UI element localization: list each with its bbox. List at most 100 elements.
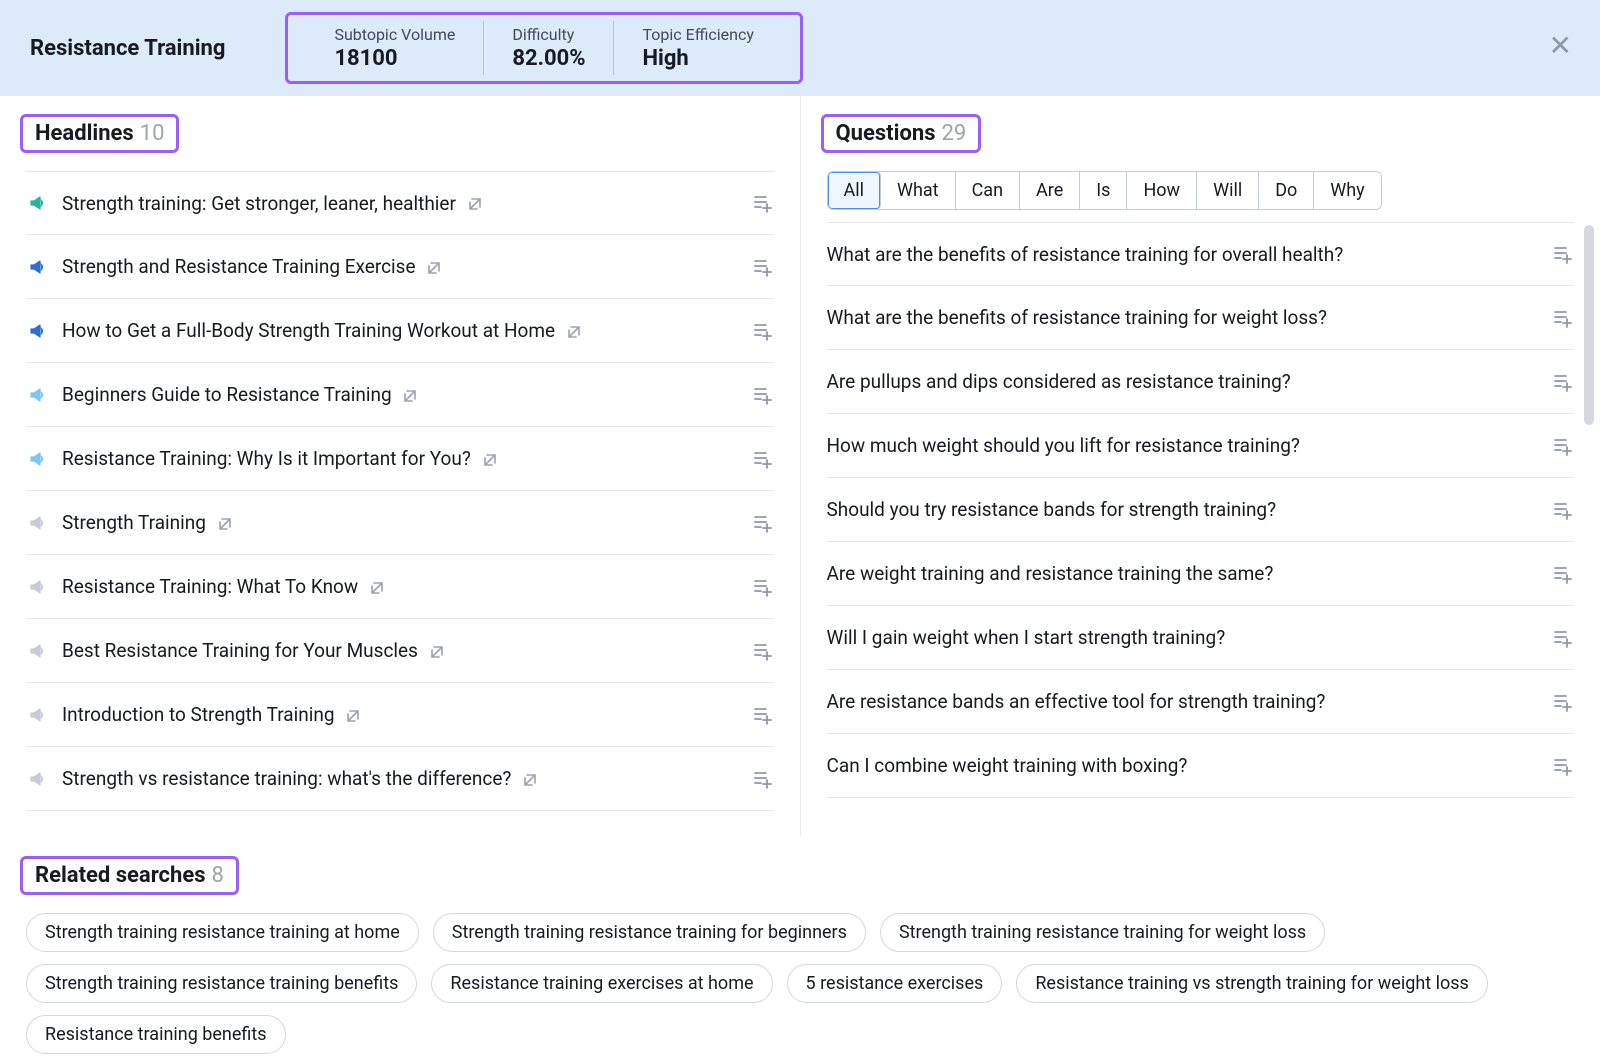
metrics-box: Subtopic Volume 18100 Difficulty 82.00% … <box>285 12 802 84</box>
bullhorn-icon <box>28 769 48 789</box>
question-tab-will[interactable]: Will <box>1197 172 1259 209</box>
headline-row[interactable]: Beginners Guide to Resistance Training <box>26 363 774 427</box>
headline-text: Resistance Training: What To Know <box>62 575 738 598</box>
questions-list: What are the benefits of resistance trai… <box>827 222 1575 798</box>
external-link-icon[interactable] <box>363 575 385 598</box>
headline-row[interactable]: Strength vs resistance training: what's … <box>26 747 774 811</box>
close-icon[interactable]: ✕ <box>1549 32 1572 60</box>
questions-title: Questions <box>836 121 936 146</box>
bullhorn-icon <box>28 641 48 661</box>
question-row[interactable]: How much weight should you lift for resi… <box>827 414 1575 478</box>
external-link-icon[interactable] <box>560 319 582 342</box>
question-tab-do[interactable]: Do <box>1259 172 1314 209</box>
external-link-icon[interactable] <box>339 703 361 726</box>
external-link-icon[interactable] <box>461 192 483 215</box>
metric-label: Difficulty <box>512 25 585 44</box>
bullhorn-icon <box>28 321 48 341</box>
add-to-list-icon[interactable] <box>1552 371 1574 393</box>
external-link-icon[interactable] <box>396 383 418 406</box>
question-text: Should you try resistance bands for stre… <box>827 498 1539 521</box>
question-row[interactable]: Are weight training and resistance train… <box>827 542 1575 606</box>
external-link-icon[interactable] <box>476 447 498 470</box>
question-filter-tabs: AllWhatCanAreIsHowWillDoWhy <box>827 171 1382 210</box>
question-text: Can I combine weight training with boxin… <box>827 754 1539 777</box>
headline-row[interactable]: How to Get a Full-Body Strength Training… <box>26 299 774 363</box>
headlines-column: Headlines 10 Strength training: Get stro… <box>0 96 801 836</box>
metric-difficulty: Difficulty 82.00% <box>483 21 613 75</box>
bullhorn-icon <box>28 257 48 277</box>
add-to-list-icon[interactable] <box>1552 243 1574 265</box>
headline-text: Strength Training <box>62 511 738 534</box>
question-row[interactable]: What are the benefits of resistance trai… <box>827 222 1575 286</box>
headline-text: Strength and Resistance Training Exercis… <box>62 255 738 278</box>
headline-row[interactable]: Best Resistance Training for Your Muscle… <box>26 619 774 683</box>
question-row[interactable]: Will I gain weight when I start strength… <box>827 606 1575 670</box>
question-tab-are[interactable]: Are <box>1020 172 1080 209</box>
bullhorn-icon <box>28 705 48 725</box>
add-to-list-icon[interactable] <box>1552 691 1574 713</box>
headline-row[interactable]: Strength training: Get stronger, leaner,… <box>26 171 774 235</box>
question-tab-what[interactable]: What <box>881 172 956 209</box>
related-search-chip[interactable]: 5 resistance exercises <box>787 964 1003 1003</box>
add-to-list-icon[interactable] <box>752 192 774 214</box>
related-chips: Strength training resistance training at… <box>26 913 1574 1054</box>
question-text: How much weight should you lift for resi… <box>827 434 1539 457</box>
add-to-list-icon[interactable] <box>752 448 774 470</box>
external-link-icon[interactable] <box>420 255 442 278</box>
add-to-list-icon[interactable] <box>752 576 774 598</box>
scrollbar-thumb[interactable] <box>1584 225 1594 425</box>
question-tab-all[interactable]: All <box>828 172 882 209</box>
related-search-chip[interactable]: Strength training resistance training fo… <box>433 913 866 952</box>
add-to-list-icon[interactable] <box>752 320 774 342</box>
headline-row[interactable]: Resistance Training: What To Know <box>26 555 774 619</box>
metric-value: 82.00% <box>512 46 585 71</box>
external-link-icon[interactable] <box>423 639 445 662</box>
external-link-icon[interactable] <box>516 767 538 790</box>
bullhorn-icon <box>28 385 48 405</box>
question-tab-is[interactable]: Is <box>1080 172 1127 209</box>
add-to-list-icon[interactable] <box>1552 307 1574 329</box>
question-row[interactable]: Can I combine weight training with boxin… <box>827 734 1575 798</box>
add-to-list-icon[interactable] <box>1552 435 1574 457</box>
add-to-list-icon[interactable] <box>1552 627 1574 649</box>
external-link-icon[interactable] <box>211 511 233 534</box>
question-row[interactable]: Are resistance bands an effective tool f… <box>827 670 1575 734</box>
related-search-chip[interactable]: Resistance training vs strength training… <box>1016 964 1488 1003</box>
add-to-list-icon[interactable] <box>1552 563 1574 585</box>
add-to-list-icon[interactable] <box>752 768 774 790</box>
headline-text: How to Get a Full-Body Strength Training… <box>62 319 738 342</box>
related-search-chip[interactable]: Strength training resistance training be… <box>26 964 417 1003</box>
question-tab-how[interactable]: How <box>1127 172 1197 209</box>
bullhorn-icon <box>28 193 48 213</box>
related-search-chip[interactable]: Resistance training exercises at home <box>431 964 772 1003</box>
add-to-list-icon[interactable] <box>752 512 774 534</box>
headline-row[interactable]: Introduction to Strength Training <box>26 683 774 747</box>
add-to-list-icon[interactable] <box>752 704 774 726</box>
add-to-list-icon[interactable] <box>752 384 774 406</box>
add-to-list-icon[interactable] <box>1552 755 1574 777</box>
add-to-list-icon[interactable] <box>1552 499 1574 521</box>
related-count: 8 <box>212 863 224 888</box>
bullhorn-icon <box>28 449 48 469</box>
question-text: Are weight training and resistance train… <box>827 562 1539 585</box>
metric-value: High <box>642 46 753 71</box>
question-tab-why[interactable]: Why <box>1314 172 1380 209</box>
add-to-list-icon[interactable] <box>752 256 774 278</box>
headlines-count: 10 <box>140 121 165 146</box>
question-row[interactable]: Are pullups and dips considered as resis… <box>827 350 1575 414</box>
questions-column: Questions 29 AllWhatCanAreIsHowWillDoWhy… <box>801 96 1600 836</box>
metric-topic-efficiency: Topic Efficiency High <box>613 21 781 75</box>
headline-row[interactable]: Strength and Resistance Training Exercis… <box>26 235 774 299</box>
question-tab-can[interactable]: Can <box>956 172 1020 209</box>
add-to-list-icon[interactable] <box>752 640 774 662</box>
related-search-chip[interactable]: Strength training resistance training at… <box>26 913 419 952</box>
question-row[interactable]: Should you try resistance bands for stre… <box>827 478 1575 542</box>
related-search-chip[interactable]: Strength training resistance training fo… <box>880 913 1325 952</box>
headline-row[interactable]: Resistance Training: Why Is it Important… <box>26 427 774 491</box>
metric-value: 18100 <box>334 46 455 71</box>
headline-text: Strength training: Get stronger, leaner,… <box>62 192 738 215</box>
questions-header: Questions 29 <box>827 114 1575 153</box>
headline-row[interactable]: Strength Training <box>26 491 774 555</box>
related-search-chip[interactable]: Resistance training benefits <box>26 1015 286 1054</box>
question-row[interactable]: What are the benefits of resistance trai… <box>827 286 1575 350</box>
